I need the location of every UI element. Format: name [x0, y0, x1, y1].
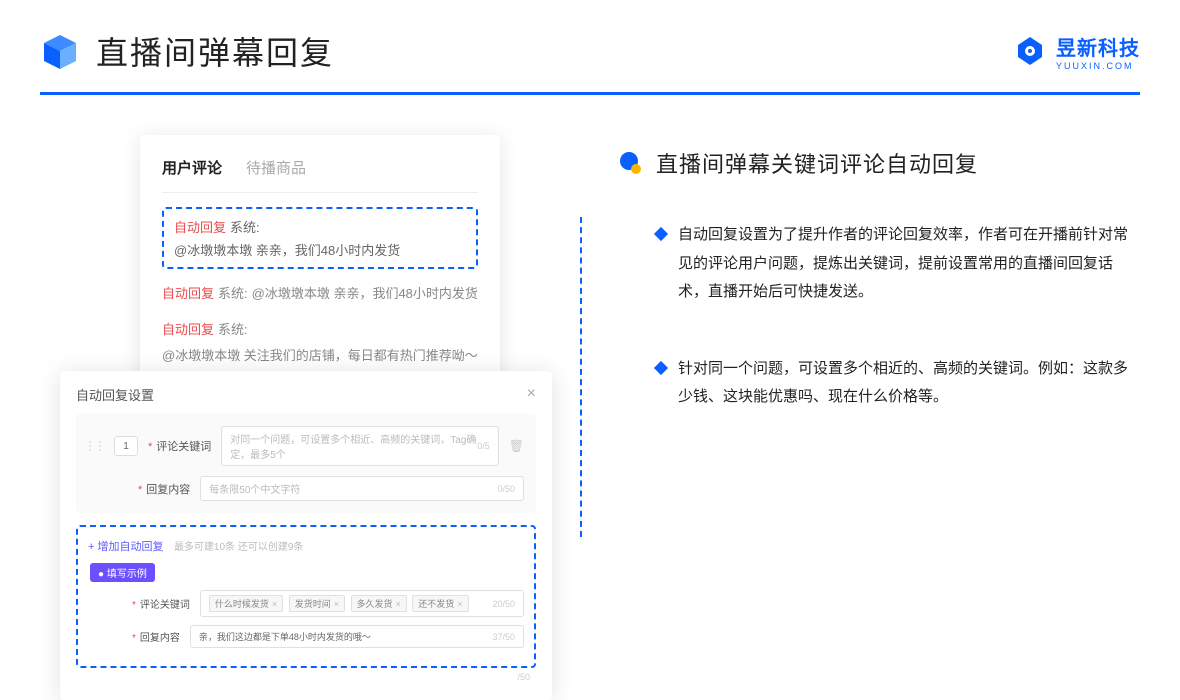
comments-card: 用户评论 待播商品 自动回复 系统: @冰墩墩本墩 亲亲，我们48小时内发货 自…	[140, 135, 500, 391]
tab-user-comments[interactable]: 用户评论	[162, 157, 222, 178]
content-label: 回复内容	[138, 481, 190, 497]
settings-title: 自动回复设置	[76, 385, 154, 404]
tab-pending-goods[interactable]: 待播商品	[246, 157, 306, 178]
bullet-2: 针对同一个问题，可设置多个相近的、高频的关键词。例如：这款多少钱、这块能优惠吗、…	[656, 355, 1140, 412]
example-content-label: 回复内容	[132, 629, 180, 644]
diamond-icon	[654, 227, 668, 241]
brand-subtitle: YUUXIN.COM	[1056, 61, 1140, 71]
comment-line-2: 自动回复 系统: @冰墩墩本墩 亲亲，我们48小时内发货	[162, 283, 478, 305]
bottom-count: /50	[517, 672, 530, 682]
highlighted-comment: 自动回复 系统: @冰墩墩本墩 亲亲，我们48小时内发货	[162, 207, 478, 269]
comment-line-3: 自动回复 系统: @冰墩墩本墩 关注我们的店铺，每日都有热门推荐呦～	[162, 319, 478, 367]
brand-icon	[1014, 35, 1046, 67]
auto-reply-tag: 自动回复	[174, 217, 226, 236]
cube-icon	[40, 31, 80, 71]
keyword-input[interactable]: 对同一个问题，可设置多个相近、高频的关键词，Tag确定，最多5个 0/5	[221, 426, 498, 466]
section-title: 直播间弹幕关键词评论自动回复	[656, 147, 978, 179]
example-tag: ● 填写示例	[90, 563, 155, 582]
tag-chip-3[interactable]: 多久发货×	[351, 595, 407, 612]
add-auto-reply-link[interactable]: + 增加自动回复	[88, 541, 163, 553]
example-keyword-label: 评论关键词	[132, 596, 190, 611]
content-input[interactable]: 每条限50个中文字符 0/50	[200, 476, 524, 501]
system-label: 系统:	[230, 217, 260, 236]
brand-logo: 昱新科技 YUUXIN.COM	[1014, 32, 1140, 71]
close-icon[interactable]: ×	[527, 385, 536, 404]
connector-line	[580, 217, 582, 537]
tag-chip-4[interactable]: 还不发货×	[412, 595, 468, 612]
auto-reply-settings-card: 自动回复设置 × ⋮⋮ 1 评论关键词 对同一个问题，可设置多个相近、高频的关键…	[60, 371, 552, 700]
keyword-label: 评论关键词	[148, 438, 211, 454]
example-keyword-input[interactable]: 什么时候发货× 发货时间× 多久发货× 还不发货× 20/50	[200, 590, 524, 617]
section-bullet-icon	[620, 152, 642, 174]
rule-number: 1	[114, 436, 138, 456]
drag-handle-icon[interactable]: ⋮⋮	[84, 439, 104, 453]
comment-text: @冰墩墩本墩 亲亲，我们48小时内发货	[174, 240, 400, 259]
trash-icon[interactable]: 🗑	[509, 439, 524, 453]
example-highlight-box: + 增加自动回复 最多可建10条 还可以创建9条 ● 填写示例 评论关键词 什么…	[76, 525, 536, 668]
diamond-icon	[654, 360, 668, 374]
page-title: 直播间弹幕回复	[96, 28, 334, 74]
add-hint: 最多可建10条 还可以创建9条	[174, 542, 303, 553]
tag-chip-2[interactable]: 发货时间×	[289, 595, 345, 612]
tag-chip-1[interactable]: 什么时候发货×	[209, 595, 283, 612]
brand-name: 昱新科技	[1056, 38, 1140, 60]
example-content-input[interactable]: 亲，我们这边都是下单48小时内发货的哦～ 37/50	[190, 625, 524, 648]
bullet-1: 自动回复设置为了提升作者的评论回复效率，作者可在开播前针对常见的评论用户问题，提…	[656, 221, 1140, 307]
